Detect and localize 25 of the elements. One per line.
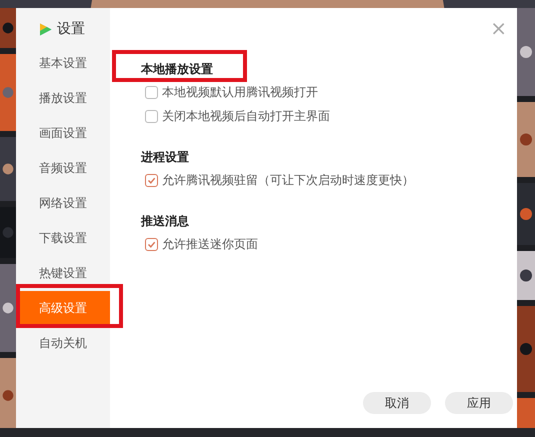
sidebar-item[interactable]: 画面设置 [16, 116, 110, 151]
checkbox[interactable] [145, 174, 158, 186]
checkbox[interactable] [145, 86, 158, 98]
checkbox[interactable] [145, 110, 158, 122]
section-title: 推送消息 [141, 213, 189, 230]
sidebar-item[interactable]: 自动关机 [16, 326, 110, 361]
sidebar-item[interactable]: 播放设置 [16, 81, 110, 116]
logo-icon [38, 22, 53, 36]
checkbox[interactable] [145, 238, 158, 250]
window-title: 设置 [57, 20, 85, 38]
sidebar-item[interactable]: 网络设置 [16, 186, 110, 221]
check-icon [147, 240, 156, 248]
sidebar-item[interactable]: 热键设置 [16, 256, 110, 291]
section-title: 本地播放设置 [141, 58, 213, 80]
check-icon [147, 176, 156, 184]
sidebar-item[interactable]: 基本设置 [16, 46, 110, 81]
option-label: 允许推送迷你页面 [162, 236, 258, 253]
dialog-button[interactable]: 应用 [445, 392, 513, 414]
sidebar-item[interactable]: 音频设置 [16, 151, 110, 186]
option-label: 关闭本地视频后自动打开主界面 [162, 108, 330, 125]
dialog-button[interactable]: 取消 [363, 392, 431, 414]
section-title: 进程设置 [141, 149, 189, 166]
option-label: 本地视频默认用腾讯视频打开 [162, 84, 318, 101]
option-label: 允许腾讯视频驻留（可让下次启动时速度更快） [162, 172, 414, 189]
sidebar-item[interactable]: 下载设置 [16, 221, 110, 256]
